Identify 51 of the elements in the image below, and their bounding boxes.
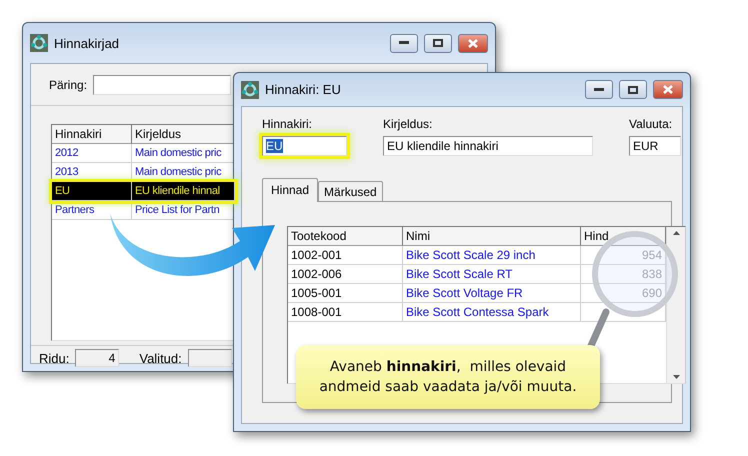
close-icon — [468, 38, 478, 48]
close-button[interactable] — [458, 34, 488, 52]
window-title: Hinnakirjad — [54, 36, 120, 50]
query-field[interactable] — [93, 75, 232, 95]
table-cell: Bike Scott Voltage FR — [403, 284, 581, 303]
column-header[interactable]: Tootekood — [288, 227, 403, 246]
table-cell: 1002-006 — [288, 265, 403, 284]
callout-text: Avaneb hinnakiri, milles olevaid — [330, 358, 566, 377]
minimize-button[interactable] — [390, 34, 418, 52]
maximize-button[interactable] — [619, 80, 647, 99]
tab[interactable]: Märkused — [318, 181, 383, 202]
table-cell[interactable]: Partners — [52, 201, 132, 220]
table-cell: Bike Scott Contessa Spark — [403, 303, 581, 322]
maximize-icon — [628, 86, 638, 94]
field-label: Kirjeldus: — [383, 117, 434, 131]
scrollbar[interactable] — [666, 227, 685, 383]
table-cell: 1008-001 — [288, 303, 403, 322]
status-field: 4 — [75, 349, 120, 367]
minimize-button[interactable] — [585, 80, 613, 99]
minimize-icon — [399, 41, 409, 45]
table-cell[interactable]: 2012 — [52, 144, 132, 163]
field-label: Valuuta: — [629, 117, 674, 131]
scroll-up-icon[interactable] — [672, 231, 680, 235]
field-label: Hinnakiri: — [262, 117, 314, 131]
maximize-button[interactable] — [424, 34, 452, 52]
table-cell: Bike Scott Scale RT — [403, 265, 581, 284]
table-cell: 1002-001 — [288, 246, 403, 265]
maximize-icon — [433, 39, 443, 47]
text-field[interactable]: EU kliendile hinnakiri — [383, 136, 593, 156]
app-icon — [30, 34, 48, 52]
status-label: Valitud: — [139, 350, 182, 366]
callout-text: andmeid saab vaadata ja/või muuta. — [319, 378, 577, 397]
table-cell: Bike Scott Scale 29 inch — [403, 246, 581, 265]
minimize-icon — [594, 88, 604, 92]
scroll-down-icon[interactable] — [672, 375, 680, 379]
app-icon — [241, 80, 259, 98]
text-field[interactable]: EU — [262, 136, 347, 156]
close-icon — [663, 85, 673, 94]
close-button[interactable] — [653, 80, 683, 99]
column-header[interactable]: Hinnakiri — [52, 125, 132, 144]
column-header[interactable]: Nimi — [403, 227, 581, 246]
column-header[interactable]: Kirjeldus — [132, 125, 235, 144]
text-field[interactable]: EUR — [629, 136, 681, 156]
query-label: Päring: — [49, 78, 88, 92]
table-cell: 1005-001 — [288, 284, 403, 303]
tab[interactable]: Hinnad — [262, 178, 318, 202]
table-cell[interactable]: EU kliendile hinnal — [132, 182, 235, 201]
status-label: Ridu: — [39, 350, 70, 366]
table-cell[interactable]: EU — [52, 182, 132, 201]
column-header[interactable]: Hind — [581, 227, 666, 246]
window-title: Hinnakiri: EU — [265, 82, 342, 97]
